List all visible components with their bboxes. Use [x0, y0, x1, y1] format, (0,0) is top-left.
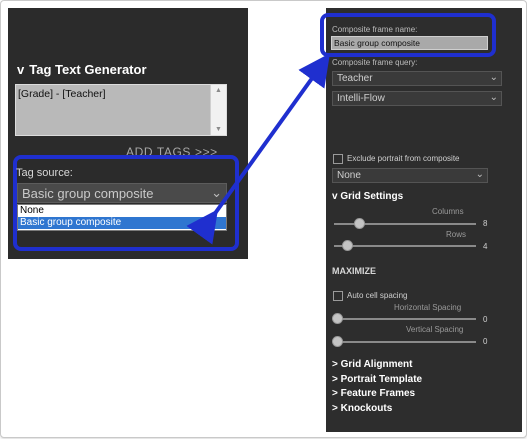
screenshot-frame: v Tag Text Generator [Grade] - [Teacher] …: [0, 0, 527, 438]
arrow-line: [186, 53, 330, 245]
connector-arrow: [186, 53, 330, 245]
